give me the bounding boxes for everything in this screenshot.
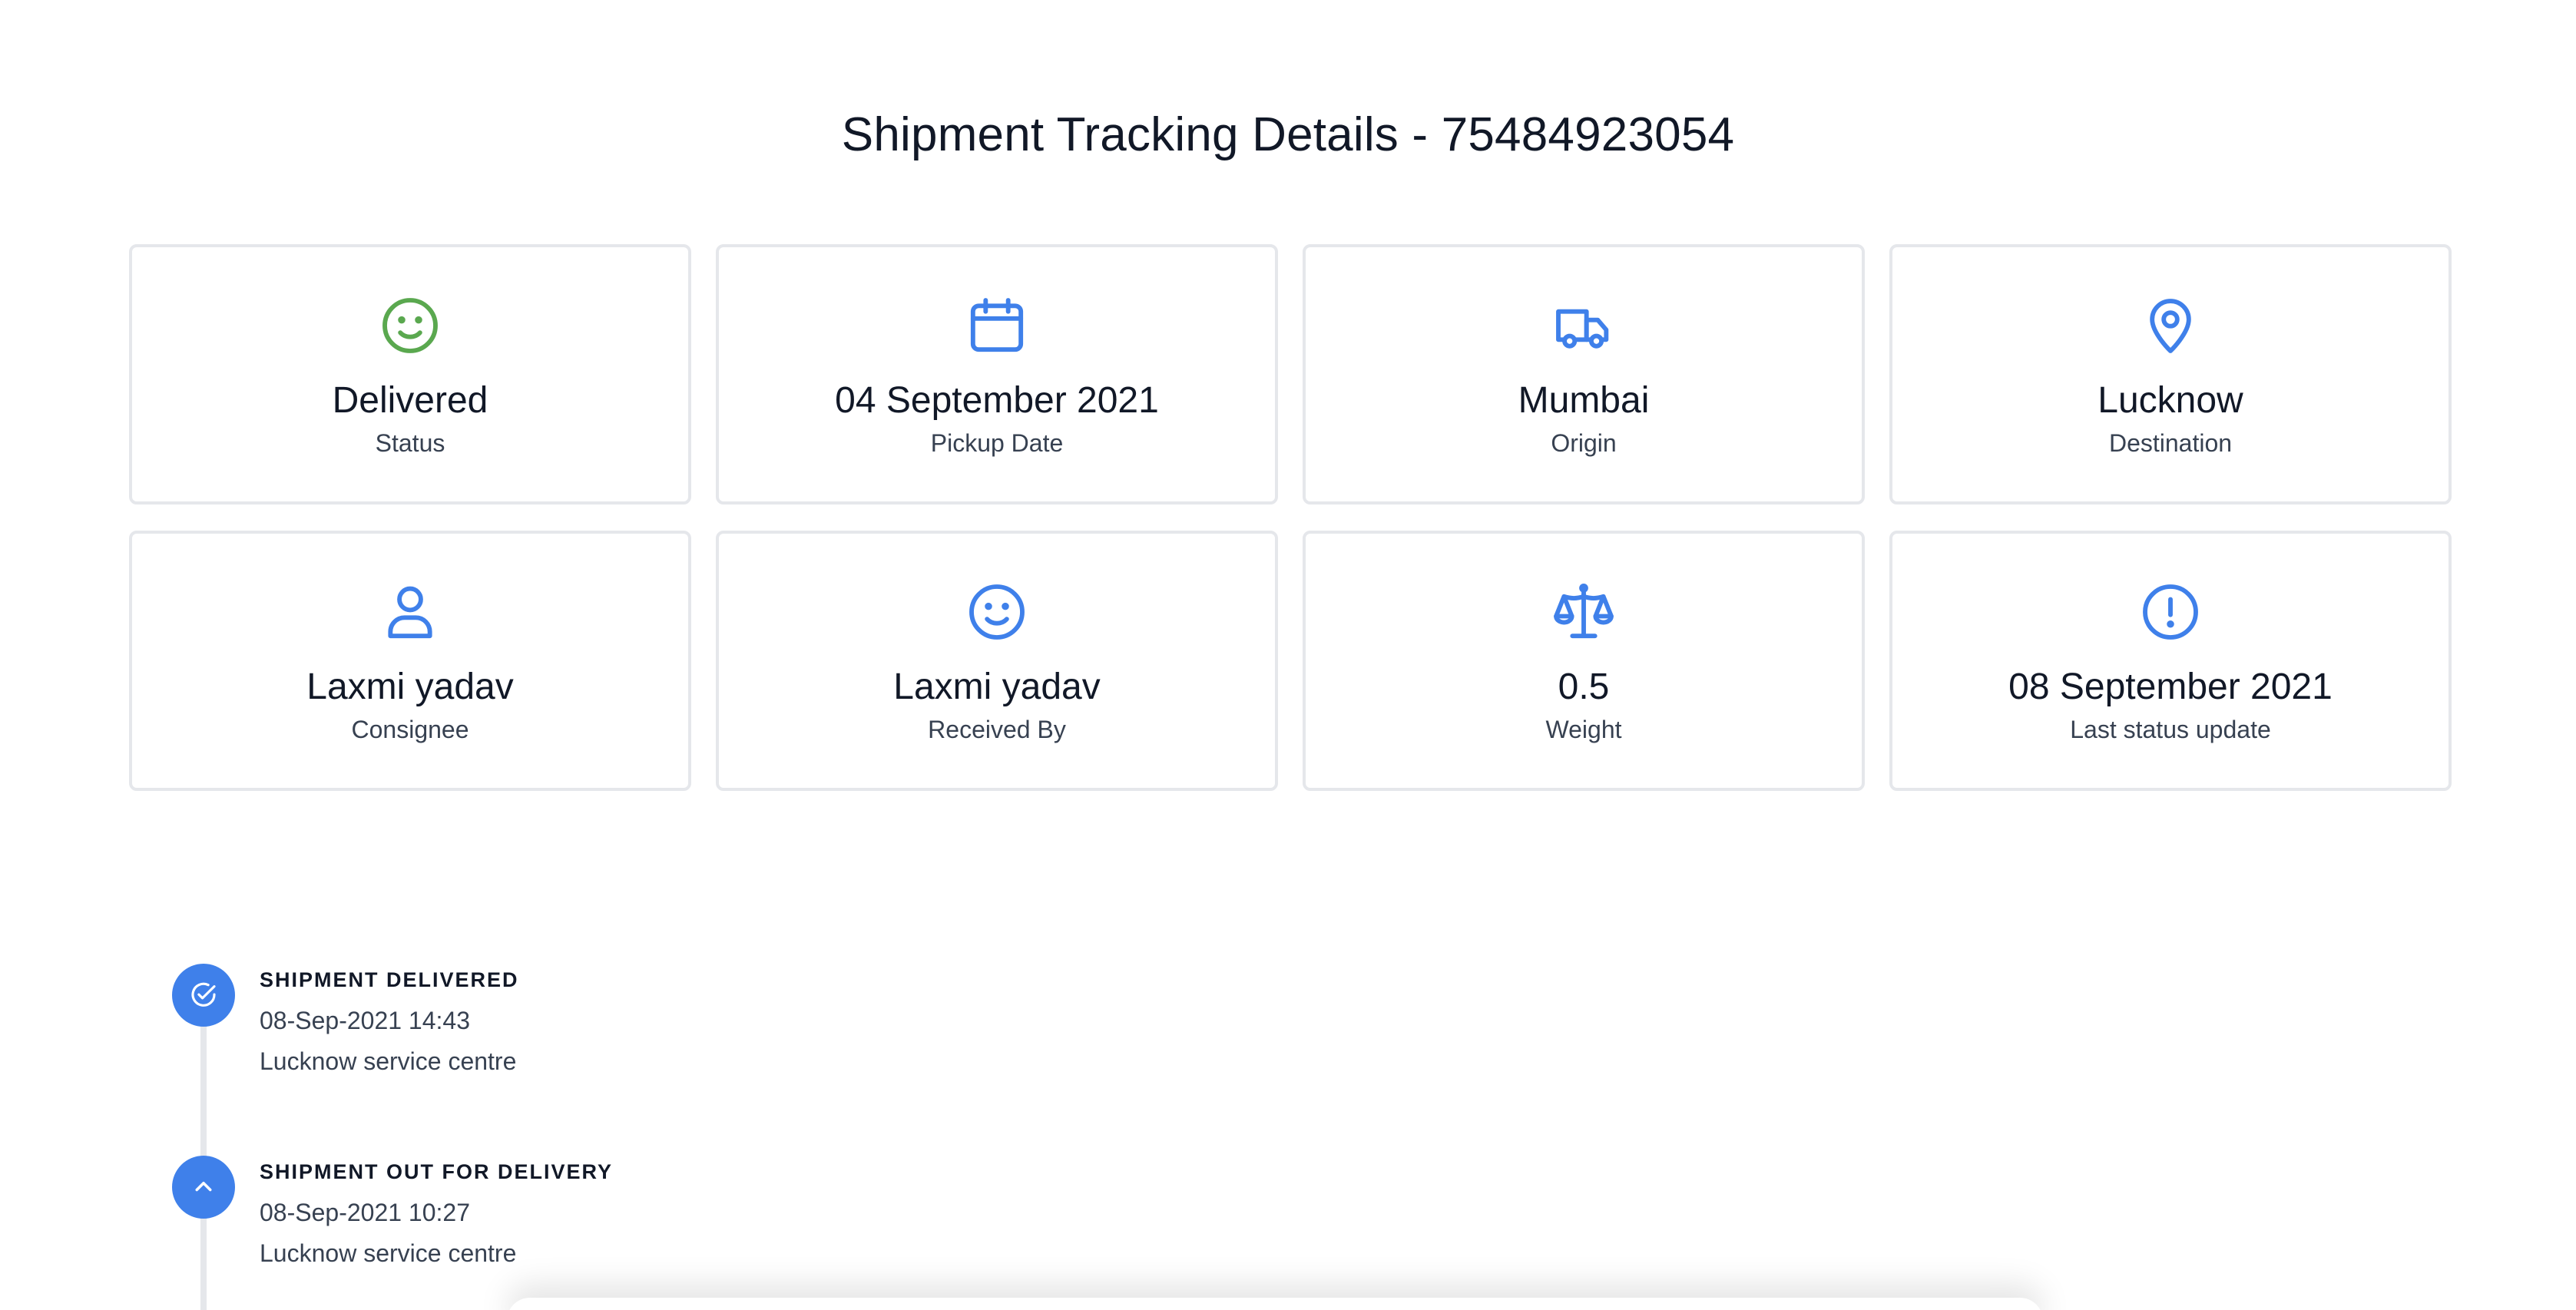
tracking-page: Shipment Tracking Details - 75484923054 … bbox=[0, 0, 2576, 1310]
card-origin: Mumbai Origin bbox=[1303, 244, 1865, 504]
card-weight: 0.5 Weight bbox=[1303, 531, 1865, 791]
consignee-label: Consignee bbox=[351, 716, 469, 743]
consignee-value: Laxmi yadav bbox=[306, 667, 514, 707]
calendar-icon bbox=[963, 292, 1031, 359]
weight-value: 0.5 bbox=[1558, 667, 1610, 707]
weight-label: Weight bbox=[1545, 716, 1622, 743]
exclamation-circle-icon bbox=[2137, 578, 2204, 646]
shipment-summary-cards: Delivered Status 04 September 2021 Picku… bbox=[129, 244, 2452, 791]
card-status: Delivered Status bbox=[129, 244, 691, 504]
user-icon bbox=[376, 578, 444, 646]
card-consignee: Laxmi yadav Consignee bbox=[129, 531, 691, 791]
chevron-up-icon bbox=[187, 1171, 220, 1203]
event-title: SHIPMENT DELIVERED bbox=[260, 968, 519, 991]
status-label: Status bbox=[375, 429, 445, 457]
pickup-date-label: Pickup Date bbox=[930, 429, 1064, 457]
tracking-timeline: SHIPMENT DELIVERED 08-Sep-2021 14:43 Luc… bbox=[172, 964, 1094, 1310]
destination-label: Destination bbox=[2108, 429, 2233, 457]
page-title: Shipment Tracking Details - 75484923054 bbox=[841, 108, 1735, 161]
event-time: 08-Sep-2021 10:27 bbox=[260, 1199, 470, 1226]
last-status-update-value: 08 September 2021 bbox=[2008, 667, 2333, 707]
timeline-dot bbox=[172, 964, 235, 1027]
card-destination: Lucknow Destination bbox=[1889, 244, 2452, 504]
status-value: Delivered bbox=[332, 380, 488, 421]
received-by-label: Received By bbox=[928, 716, 1066, 743]
location-pin-icon bbox=[2137, 292, 2204, 359]
received-by-value: Laxmi yadav bbox=[893, 667, 1101, 707]
smiley-icon bbox=[963, 578, 1031, 646]
card-received-by: Laxmi yadav Received By bbox=[716, 531, 1278, 791]
origin-value: Mumbai bbox=[1518, 380, 1650, 421]
card-pickup-date: 04 September 2021 Pickup Date bbox=[716, 244, 1278, 504]
origin-label: Origin bbox=[1551, 429, 1617, 457]
scale-icon bbox=[1550, 578, 1617, 646]
check-badge-icon bbox=[187, 979, 220, 1011]
event-place: Lucknow service centre bbox=[260, 1239, 517, 1267]
event-time: 08-Sep-2021 14:43 bbox=[260, 1007, 470, 1034]
pickup-date-value: 04 September 2021 bbox=[835, 380, 1159, 421]
destination-value: Lucknow bbox=[2098, 380, 2243, 421]
event-title: SHIPMENT OUT FOR DELIVERY bbox=[260, 1160, 614, 1183]
card-last-status-update: 08 September 2021 Last status update bbox=[1889, 531, 2452, 791]
last-status-update-label: Last status update bbox=[2070, 716, 2271, 743]
smiley-icon bbox=[376, 292, 444, 359]
truck-icon bbox=[1550, 292, 1617, 359]
bottom-panel-edge bbox=[507, 1298, 2043, 1310]
event-place: Lucknow service centre bbox=[260, 1047, 517, 1075]
timeline-dot bbox=[172, 1156, 235, 1219]
